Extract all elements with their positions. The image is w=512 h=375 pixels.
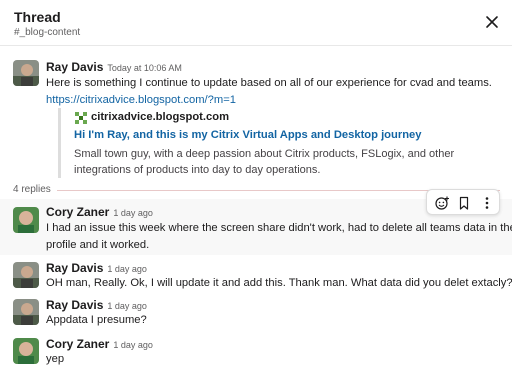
preview-description: Small town guy, with a deep passion abou… [74,146,504,178]
message-link[interactable]: https://citrixadvice.blogspot.com/?m=1 [46,92,236,109]
blogger-site-icon [75,112,87,124]
author-name[interactable]: Cory Zaner [46,205,109,219]
message-timestamp[interactable]: 1 day ago [107,264,147,274]
message-text-line: profile and it worked. [46,239,150,251]
preview-description-line: integrations of products into day to day… [74,164,321,176]
message-author[interactable]: Cory Zaner 1 day ago [46,205,153,219]
author-name[interactable]: Ray Davis [46,60,103,74]
message-author[interactable]: Cory Zaner 1 day ago [46,337,153,351]
message-timestamp[interactable]: 1 day ago [107,301,147,311]
message-text: Here is something I continue to update b… [46,77,492,89]
message-text: I had an issue this week where the scree… [46,220,512,254]
message-timestamp[interactable]: 1 day ago [113,208,153,218]
avatar[interactable] [13,262,39,288]
link-preview: citrixadvice.blogspot.com Hi I'm Ray, an… [58,108,498,178]
replies-count: 4 replies [13,184,51,195]
bookmark-icon[interactable] [456,195,472,211]
message-text: yep [46,353,65,365]
message-author[interactable]: Ray Davis 1 day ago [46,298,147,312]
avatar[interactable] [13,60,39,86]
avatar[interactable] [13,207,39,233]
message-author[interactable]: Ray Davis Today at 10:06 AM [46,60,182,74]
message-actions-toolbar [426,189,500,215]
close-icon[interactable] [483,13,501,31]
reply-message: Ray Davis 1 day ago Appdata I presume? [0,294,512,332]
message-text-line: I had an issue this week where the scree… [46,222,512,234]
preview-description-line: Small town guy, with a deep passion abou… [74,148,455,160]
channel-name[interactable]: #_blog-content [14,27,80,38]
author-name[interactable]: Ray Davis [46,261,103,275]
preview-site-name: citrixadvice.blogspot.com [91,111,230,123]
message-timestamp[interactable]: Today at 10:06 AM [107,63,182,73]
author-name[interactable]: Ray Davis [46,298,103,312]
reply-message: Ray Davis 1 day ago OH man, Really. Ok, I… [0,257,512,295]
message-author[interactable]: Ray Davis 1 day ago [46,261,147,275]
reply-message: Cory Zaner 1 day ago yep [0,333,512,373]
message-timestamp[interactable]: 1 day ago [113,340,153,350]
message-text: Appdata I presume? [46,314,147,326]
avatar[interactable] [13,338,39,364]
message-text: OH man, Really. Ok, I will update it and… [46,277,512,289]
preview-title-link[interactable]: Hi I'm Ray, and this is my Citrix Virtua… [74,129,421,141]
thread-title: Thread [14,9,61,25]
add-reaction-icon[interactable] [434,195,450,211]
thread-header: Thread #_blog-content [0,0,512,46]
avatar[interactable] [13,299,39,325]
author-name[interactable]: Cory Zaner [46,337,109,351]
more-actions-icon[interactable] [479,195,495,211]
